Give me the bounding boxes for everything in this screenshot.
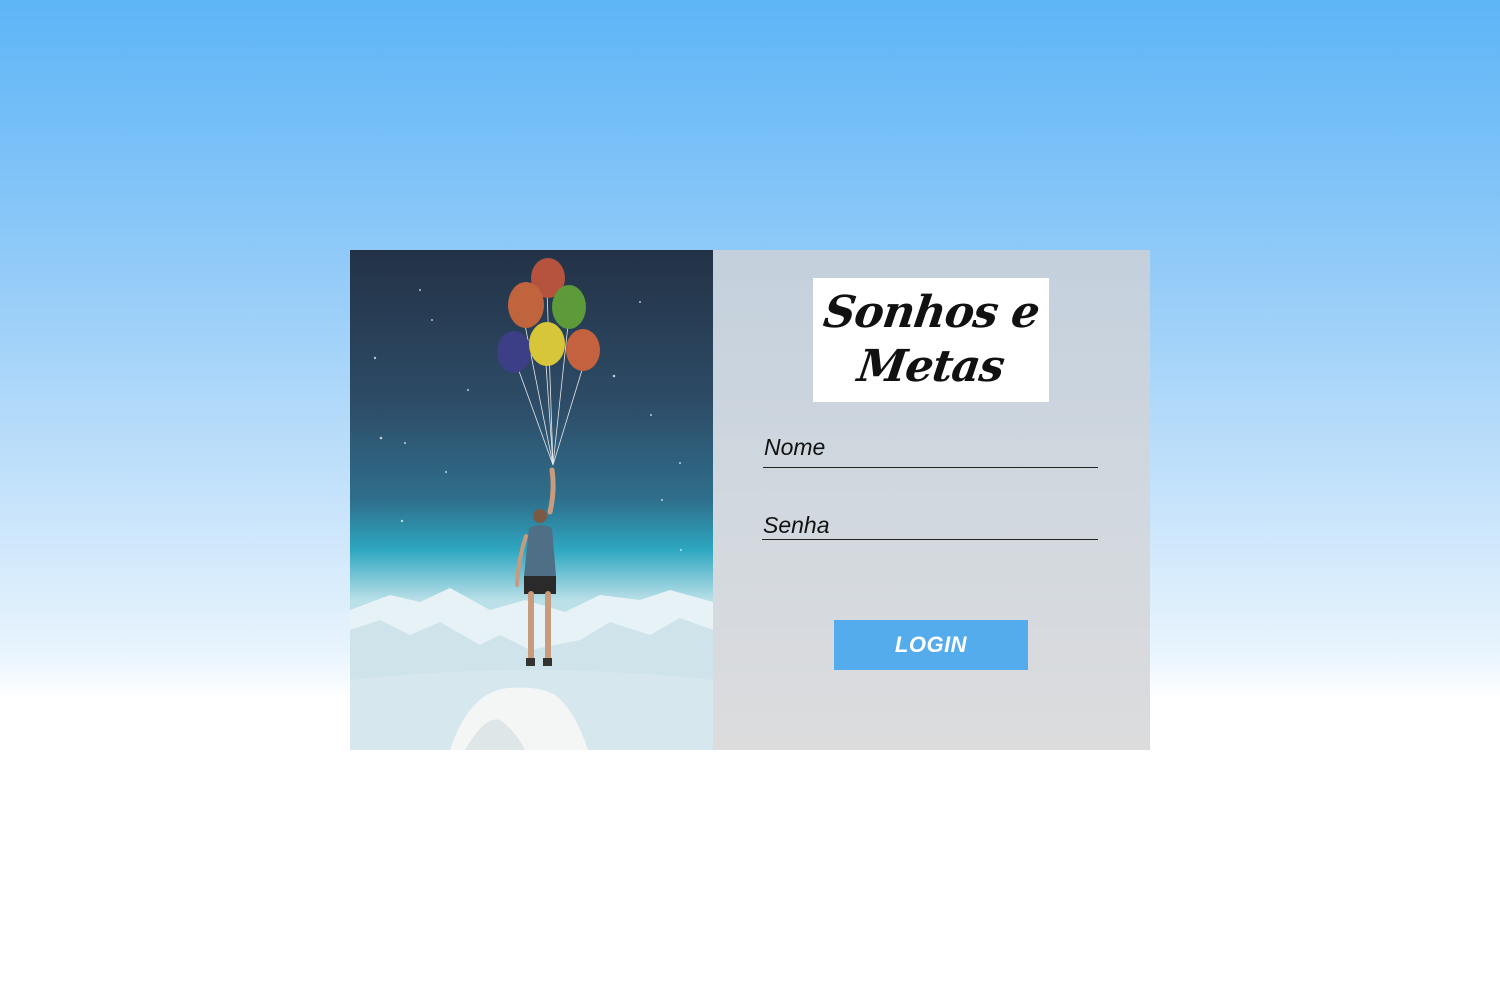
- logo-line-2: Metas: [854, 341, 1008, 392]
- login-card: Sonhos e Metas LOGIN: [350, 250, 1150, 750]
- hero-image: [350, 250, 713, 750]
- brand-logo: Sonhos e Metas: [813, 278, 1049, 402]
- password-input[interactable]: [762, 512, 1098, 540]
- name-input[interactable]: [763, 434, 1098, 468]
- login-panel: Sonhos e Metas LOGIN: [713, 250, 1150, 750]
- login-button[interactable]: LOGIN: [834, 620, 1028, 670]
- balloon-girl-illustration: [350, 258, 713, 750]
- logo-line-1: Sonhos e: [820, 287, 1042, 338]
